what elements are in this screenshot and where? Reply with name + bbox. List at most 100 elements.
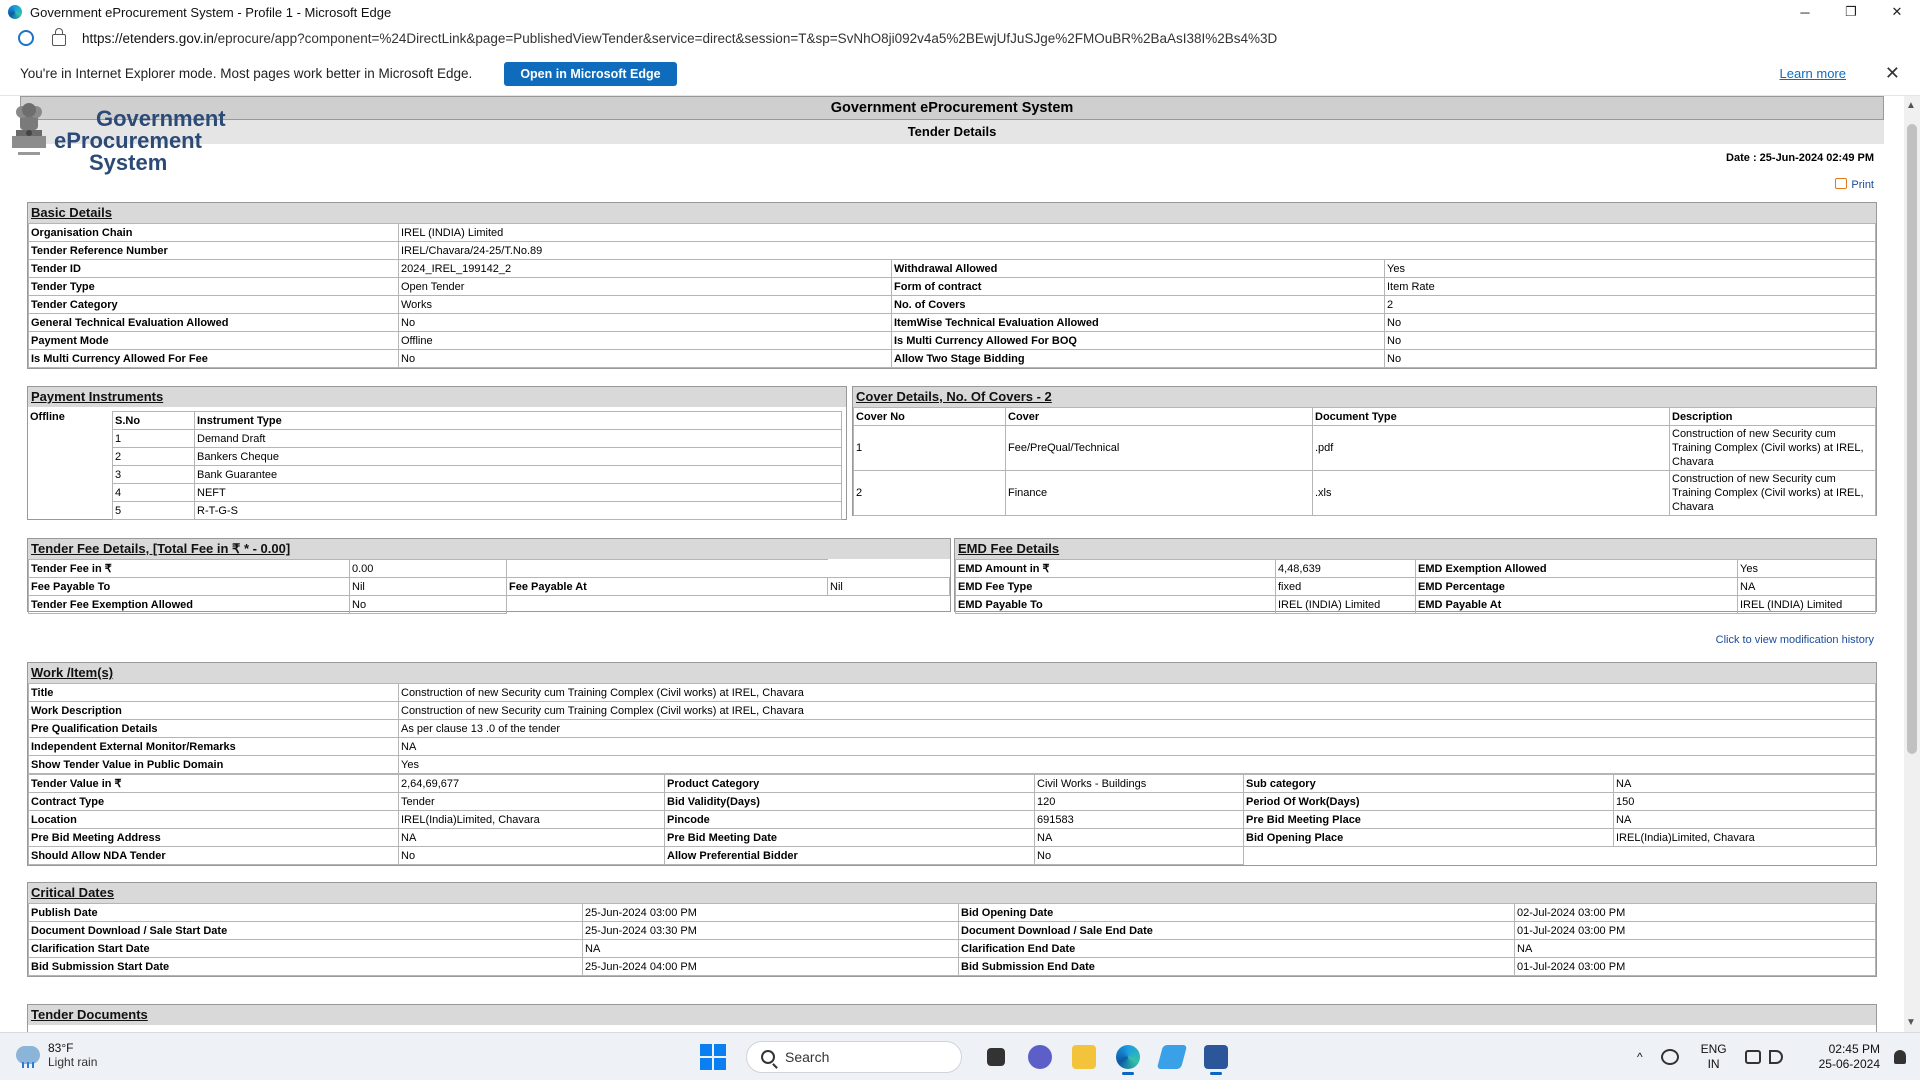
teams-icon[interactable] bbox=[1020, 1039, 1060, 1075]
address-bar[interactable]: https://etenders.gov.in/eprocure/app?com… bbox=[0, 24, 1920, 52]
field-value: No bbox=[349, 595, 507, 614]
field-value: Yes bbox=[1384, 259, 1876, 278]
minimize-button[interactable]: ─ bbox=[1782, 0, 1828, 24]
field-label: No. of Covers bbox=[891, 295, 1385, 314]
field-label: Work Description bbox=[28, 701, 399, 720]
cell: Bankers Cheque bbox=[194, 447, 842, 466]
field-label: Tender Value in ₹ bbox=[28, 774, 399, 793]
taskbar-search[interactable]: Search bbox=[746, 1041, 962, 1073]
file-explorer-icon[interactable] bbox=[1064, 1039, 1104, 1075]
table-row: Should Allow NDA Tender No Allow Preferent… bbox=[28, 846, 1876, 865]
field-label: Product Category bbox=[664, 774, 1035, 793]
infobar-close-icon[interactable]: ✕ bbox=[1885, 63, 1900, 84]
print-link[interactable]: Print bbox=[1835, 178, 1874, 191]
gepnic-logo: Government eProcurement System bbox=[2, 100, 226, 176]
table-row: Cover No Cover Document Type Description bbox=[853, 407, 1876, 426]
word-icon[interactable] bbox=[1196, 1039, 1236, 1075]
field-label: Tender Fee Exemption Allowed bbox=[28, 595, 350, 614]
sync-icon[interactable] bbox=[1660, 1049, 1679, 1065]
table-row: Fee Payable To Nil Fee Payable At Nil bbox=[28, 577, 950, 596]
volume-icon[interactable] bbox=[1768, 1050, 1783, 1064]
field-label: General Technical Evaluation Allowed bbox=[28, 313, 399, 332]
maximize-button[interactable]: ❐ bbox=[1828, 0, 1874, 24]
field-value: No bbox=[398, 313, 892, 332]
clock[interactable]: 02:45 PM 25-06-2024 bbox=[1819, 1042, 1880, 1072]
weather-widget[interactable]: 83°F Light rain bbox=[16, 1041, 97, 1069]
field-label: Fee Payable To bbox=[28, 577, 350, 596]
table-row: Clarification Start Date NA Clarification … bbox=[28, 939, 1876, 958]
logo-line3: System bbox=[89, 150, 168, 175]
field-label: Allow Preferential Bidder bbox=[664, 846, 1035, 865]
section-heading: Work /Item(s) bbox=[28, 663, 1876, 683]
window-title: Government eProcurement System - Profile… bbox=[30, 4, 392, 20]
field-value: 25-Jun-2024 04:00 PM bbox=[582, 957, 959, 976]
field-value: NA bbox=[1034, 828, 1244, 847]
field-label: Form of contract bbox=[891, 277, 1385, 296]
learn-more-link[interactable]: Learn more bbox=[1780, 66, 1846, 81]
field-label: Tender ID bbox=[28, 259, 399, 278]
notification-bell-icon[interactable] bbox=[1894, 1050, 1906, 1064]
table-row: 4 NEFT bbox=[112, 483, 842, 502]
table-row: 1 Fee/PreQual/Technical .pdf Construction o… bbox=[853, 425, 1876, 471]
field-label: EMD Fee Type bbox=[955, 577, 1276, 596]
cell: 3 bbox=[112, 465, 195, 484]
scroll-up-icon[interactable]: ▲ bbox=[1906, 100, 1916, 111]
field-value: Construction of new Security cum Trainin… bbox=[398, 701, 1876, 720]
section-heading: Critical Dates bbox=[28, 883, 1876, 903]
table-row: Is Multi Currency Allowed For Fee No Allow… bbox=[28, 349, 1876, 368]
modification-history-link[interactable]: Click to view modification history bbox=[1716, 634, 1874, 646]
table-row: EMD Payable To IREL (INDIA) Limited EMD Pa… bbox=[955, 595, 1876, 614]
edge-taskbar-icon[interactable] bbox=[1108, 1039, 1148, 1075]
field-value: 2024_IREL_199142_2 bbox=[398, 259, 892, 278]
field-label: Clarification End Date bbox=[958, 939, 1515, 958]
language-indicator[interactable]: ENG IN bbox=[1701, 1042, 1727, 1072]
field-label: Contract Type bbox=[28, 792, 399, 811]
field-value: No bbox=[1384, 331, 1876, 350]
scroll-thumb[interactable] bbox=[1907, 124, 1917, 754]
field-value: Yes bbox=[398, 755, 1876, 774]
table-row: Bid Submission Start Date 25-Jun-2024 04:… bbox=[28, 957, 1876, 976]
open-in-edge-button[interactable]: Open in Microsoft Edge bbox=[504, 61, 677, 86]
field-label: Is Multi Currency Allowed For BOQ bbox=[891, 331, 1385, 350]
table-row: Tender Type Open Tender Form of contract It… bbox=[28, 277, 1876, 296]
scroll-down-icon[interactable]: ▼ bbox=[1906, 1017, 1916, 1028]
start-icon[interactable] bbox=[700, 1044, 726, 1070]
field-value: fixed bbox=[1275, 577, 1416, 596]
app-icon[interactable] bbox=[1152, 1039, 1192, 1075]
field-value: Works bbox=[398, 295, 892, 314]
table-row: Tender Category Works No. of Covers 2 bbox=[28, 295, 1876, 314]
cell: 1 bbox=[853, 425, 1006, 471]
title-bar: Government eProcurement System - Profile… bbox=[0, 0, 1920, 24]
tray-chevron-icon[interactable]: ^ bbox=[1637, 1050, 1643, 1064]
field-value: NA bbox=[398, 737, 1876, 756]
instruments-table: S.No Instrument Type 1 Demand Draft 2 Banke… bbox=[112, 411, 842, 520]
ie-mode-icon[interactable] bbox=[18, 30, 34, 46]
url-field[interactable]: https://etenders.gov.in/eprocure/app?com… bbox=[82, 31, 1277, 46]
column-header: Instrument Type bbox=[194, 411, 842, 430]
network-icon[interactable] bbox=[1744, 1050, 1761, 1064]
field-label: Payment Mode bbox=[28, 331, 399, 350]
field-label: Bid Submission End Date bbox=[958, 957, 1515, 976]
table-row: 5 R-T-G-S bbox=[112, 501, 842, 520]
field-value: No bbox=[398, 349, 892, 368]
field-label: ItemWise Technical Evaluation Allowed bbox=[891, 313, 1385, 332]
field-value: Nil bbox=[827, 577, 950, 596]
field-value: 2 bbox=[1384, 295, 1876, 314]
time: 02:45 PM bbox=[1828, 1042, 1880, 1056]
field-value: Open Tender bbox=[398, 277, 892, 296]
tender-documents-section: Tender Documents bbox=[27, 1004, 1877, 1032]
close-window-button[interactable]: ✕ bbox=[1874, 0, 1920, 24]
field-label: Bid Validity(Days) bbox=[664, 792, 1035, 811]
cover-details-section: Cover Details, No. Of Covers - 2 Cover N… bbox=[852, 386, 1877, 516]
cell: 4 bbox=[112, 483, 195, 502]
table-row: Contract Type Tender Bid Validity(Days) 120… bbox=[28, 792, 1876, 811]
edge-logo-icon bbox=[8, 5, 22, 19]
url-path: /eprocure/app?component=%24DirectLink&pa… bbox=[213, 30, 1278, 46]
field-label: Bid Opening Place bbox=[1243, 828, 1614, 847]
system-tray: ^ ENG IN 02:45 PM 25-06-2024 bbox=[1637, 1033, 1906, 1081]
task-view-icon[interactable] bbox=[976, 1039, 1016, 1075]
field-label: EMD Percentage bbox=[1415, 577, 1738, 596]
lock-icon[interactable] bbox=[52, 28, 66, 46]
field-value: IREL/Chavara/24-25/T.No.89 bbox=[398, 241, 1876, 260]
vertical-scrollbar[interactable]: ▲ ▼ bbox=[1904, 96, 1920, 1032]
